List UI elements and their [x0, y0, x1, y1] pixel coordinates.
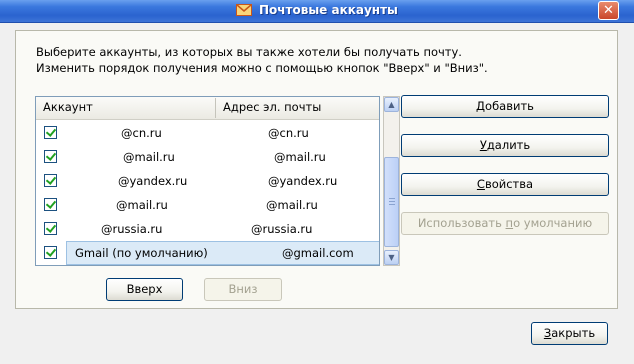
- column-header-address[interactable]: Адрес эл. почты: [223, 100, 321, 114]
- table-row-selected[interactable]: Gmail (по умолчанию) @gmail.com: [36, 241, 379, 265]
- account-address: @yandex.ru: [268, 174, 338, 188]
- table-row[interactable]: @cn.ru @cn.ru: [36, 121, 379, 145]
- table-row[interactable]: @yandex.ru @yandex.ru: [36, 169, 379, 193]
- grip-line: [389, 201, 395, 202]
- column-divider[interactable]: [215, 98, 216, 118]
- window-title: Почтовые аккаунты: [259, 3, 398, 17]
- window-close-button[interactable]: ✕: [598, 1, 619, 20]
- delete-label-mnemonic: У: [479, 138, 487, 152]
- account-checkbox[interactable]: [44, 126, 57, 139]
- properties-button[interactable]: Свойства: [401, 173, 609, 196]
- move-down-button[interactable]: Вниз: [204, 278, 282, 301]
- scroll-up-button[interactable]: ▲: [384, 97, 399, 112]
- close-icon: ✕: [603, 3, 614, 18]
- add-button[interactable]: Добавить: [401, 95, 609, 118]
- set-default-button[interactable]: Использовать по умолчанию: [401, 212, 609, 235]
- instructions: Выберите аккаунты, из которых вы также х…: [36, 44, 488, 76]
- account-address: @mail.ru: [274, 150, 326, 164]
- instruction-line-2: Изменить порядок получения можно с помощ…: [36, 61, 488, 75]
- account-name: @mail.ru: [123, 150, 175, 164]
- chevron-down-icon: ▼: [388, 253, 395, 262]
- add-label-post: обавить: [485, 99, 534, 113]
- add-label-mnemonic: Д: [476, 99, 486, 113]
- account-address: @mail.ru: [266, 198, 318, 212]
- table-row[interactable]: @russia.ru @russia.ru: [36, 217, 379, 241]
- title-bar: Почтовые аккаунты ✕: [0, 0, 634, 23]
- default-label-post: о умолчанию: [513, 216, 593, 230]
- accounts-list[interactable]: Аккаунт Адрес эл. почты @cn.ru @cn.ru @m…: [35, 96, 380, 266]
- table-row[interactable]: @mail.ru @mail.ru: [36, 145, 379, 169]
- default-label-mnemonic: п: [505, 216, 514, 230]
- account-name: @cn.ru: [121, 126, 162, 140]
- account-name: @yandex.ru: [118, 174, 188, 188]
- instruction-line-1: Выберите аккаунты, из которых вы также х…: [36, 45, 462, 59]
- close-label-post: акрыть: [551, 326, 596, 340]
- account-name: Gmail (по умолчанию): [75, 246, 208, 260]
- scroll-thumb[interactable]: [384, 157, 399, 247]
- account-address: @russia.ru: [251, 222, 313, 236]
- account-checkbox[interactable]: [44, 198, 57, 211]
- chevron-up-icon: ▲: [388, 100, 395, 109]
- account-checkbox[interactable]: [44, 150, 57, 163]
- properties-label-mnemonic: С: [476, 177, 485, 191]
- mail-envelope-icon: [236, 4, 252, 16]
- move-up-button[interactable]: Вверх: [106, 278, 183, 301]
- delete-button[interactable]: Удалить: [401, 134, 609, 157]
- properties-label-post: войства: [484, 177, 534, 191]
- account-name: @russia.ru: [101, 222, 163, 236]
- account-address: @cn.ru: [268, 126, 309, 140]
- account-checkbox[interactable]: [44, 174, 57, 187]
- account-checkbox[interactable]: [44, 246, 57, 259]
- account-name: @mail.ru: [116, 198, 168, 212]
- account-checkbox[interactable]: [44, 222, 57, 235]
- account-address: @gmail.com: [282, 246, 354, 260]
- table-row[interactable]: @mail.ru @mail.ru: [36, 193, 379, 217]
- grip-line: [389, 198, 395, 199]
- close-button[interactable]: Закрыть: [531, 322, 608, 345]
- grip-line: [389, 204, 395, 205]
- scroll-down-button[interactable]: ▼: [384, 250, 399, 265]
- list-header: Аккаунт Адрес эл. почты: [36, 97, 379, 120]
- column-header-account[interactable]: Аккаунт: [43, 100, 93, 114]
- default-label-pre: Использовать: [417, 216, 506, 230]
- delete-label-post: далить: [486, 138, 531, 152]
- list-scrollbar[interactable]: ▲ ▼: [383, 96, 400, 266]
